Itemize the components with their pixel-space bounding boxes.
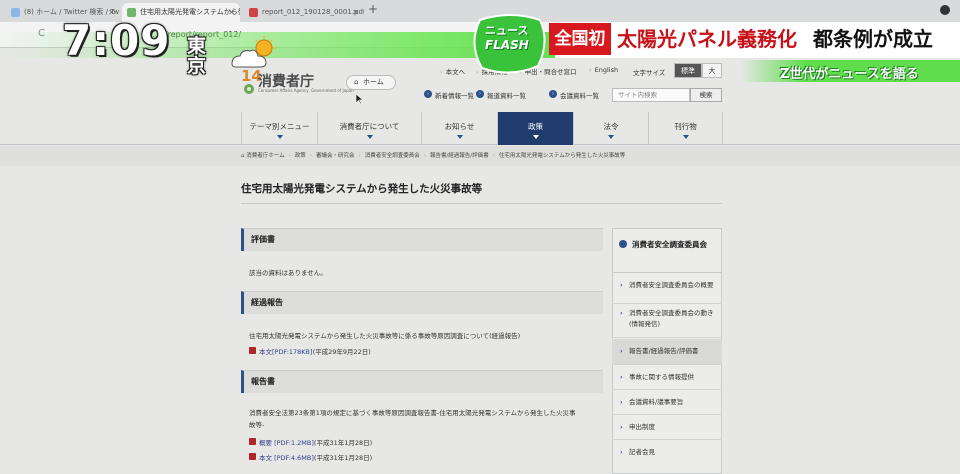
progress-text: 住宅用太陽光発電システムから発生した火災事故等に係る事故等原因調査について(経過… <box>249 332 521 340</box>
evaluation-text: 該当の資料はありません。 <box>249 269 327 277</box>
window-menu-icon[interactable] <box>940 5 950 15</box>
breadcrumb-policy[interactable]: 政策 <box>295 153 306 159</box>
progress-pdf-row: 本文[PDF:178KB](平成29年9月22日) <box>249 346 371 356</box>
breadcrumb-reports[interactable]: 報告書/経過報告/評価書 <box>430 153 489 159</box>
news-flash-label-bottom: FLASH <box>485 38 529 52</box>
chevron-down-icon <box>456 135 463 139</box>
breadcrumb-councils[interactable]: 審議会・研究会 <box>316 153 355 159</box>
nav-news[interactable]: お知らせ <box>421 112 497 145</box>
side-item-press-conference[interactable]: 記者会見 <box>612 441 722 465</box>
english-link[interactable]: English <box>589 66 618 74</box>
font-size-label: 文字サイズ <box>633 69 666 77</box>
side-menu-heading[interactable]: 消費者安全調査委員会 <box>612 228 722 273</box>
tv-city: 東京 <box>187 35 207 77</box>
search-button[interactable]: 検索 <box>690 88 722 102</box>
breadcrumb-home[interactable]: 消費者庁ホーム <box>246 153 284 159</box>
home-button[interactable]: ⌂ ホーム <box>346 75 396 90</box>
news-list-link[interactable]: › 新着情報一覧 <box>424 90 474 100</box>
pdf-icon <box>249 347 256 354</box>
meeting-list-link[interactable]: › 会議資料一覧 <box>549 90 599 100</box>
breadcrumb-current: 住宅用太陽光発電システムから発生した火災事故等 <box>498 153 626 159</box>
report-heading: 報告書 <box>241 370 603 393</box>
news-flash-label-top: ニュース <box>485 24 529 37</box>
chevron-down-icon <box>608 135 614 139</box>
headline-end: 都条例が成立 <box>813 27 933 51</box>
nav-policy[interactable]: 政策 <box>497 112 573 145</box>
pdf-favicon-icon <box>249 8 258 17</box>
logo-english-subtitle: Consumer Affairs Agency, Government of J… <box>258 88 354 93</box>
breadcrumb-committee[interactable]: 消費者安全調査委員会 <box>365 153 420 159</box>
chevron-down-icon <box>276 135 283 139</box>
new-tab-button[interactable]: + <box>368 2 378 16</box>
headline-tag: 全国初 <box>549 23 611 55</box>
close-tab-icon[interactable]: ✕ <box>228 3 235 22</box>
chevron-down-icon <box>532 135 539 139</box>
tv-clock: 7:09 <box>62 16 171 65</box>
chevron-down-icon <box>366 135 373 139</box>
progress-heading: 経過報告 <box>241 291 603 314</box>
arrow-circle-icon: › <box>476 90 484 98</box>
side-item-application-system[interactable]: 申出制度 <box>612 416 722 440</box>
house-icon: ⌂ <box>354 78 359 86</box>
breadcrumb: ⌂ 消費者庁ホーム › 政策 › 審議会・研究会 › 消費者安全調査委員会 › 報告書/経過報告… <box>241 153 626 159</box>
font-size-standard-button[interactable]: 標準 <box>674 63 702 78</box>
sub-caption: Z世代がニュースを語る <box>780 67 919 82</box>
evaluation-heading: 評価書 <box>241 228 603 251</box>
sun-cloud-icon <box>231 36 276 68</box>
arrow-circle-icon: › <box>549 90 557 98</box>
nav-about[interactable]: 消費者庁について <box>317 112 421 145</box>
twitter-favicon-icon <box>11 8 20 17</box>
close-tab-icon[interactable]: ✕ <box>352 3 359 22</box>
side-item-overview[interactable]: 消費者安全調査委員会の概要 <box>612 278 722 304</box>
progress-pdf-link[interactable]: 本文[PDF:178KB] <box>259 348 313 356</box>
chevron-down-icon <box>682 135 689 139</box>
press-list-link[interactable]: › 報道資料一覧 <box>476 90 526 100</box>
tab-pdf[interactable]: report_012_190128_0001.pdf ✕ <box>244 3 364 22</box>
arrow-circle-icon <box>619 240 627 248</box>
side-item-reports[interactable]: 報告書/経過報告/評価書 <box>612 339 722 365</box>
skip-to-content-link[interactable]: 本文へ <box>440 66 466 76</box>
pdf-icon <box>249 453 256 460</box>
title-divider <box>241 203 722 204</box>
report-text-line1: 消費者安全法第23条第1項の規定に基づく事故等原因調査報告書-住宅用太陽光発電シ… <box>249 409 576 417</box>
pdf-icon <box>249 438 256 445</box>
report-summary-pdf-row: 概要 [PDF:1.2MB](平成31年1月28日) <box>249 437 372 447</box>
headline-main: 太陽光パネル義務化 <box>617 27 797 51</box>
report-text-line2: 故等- <box>249 421 265 429</box>
nav-theme-menu[interactable]: テーマ別メニュー <box>241 112 317 145</box>
side-item-accident-info[interactable]: 事故に関する情報提供 <box>612 366 722 390</box>
arrow-circle-icon: › <box>424 90 432 98</box>
report-summary-pdf-link[interactable]: 概要 [PDF:1.2MB] <box>259 439 314 447</box>
mouse-cursor-icon <box>356 94 364 104</box>
font-size-large-button[interactable]: 大 <box>702 63 722 78</box>
nav-publications[interactable]: 刊行物 <box>648 112 723 145</box>
report-body-pdf-row: 本文 [PDF:4.6MB](平成31年1月28日) <box>249 452 372 462</box>
side-item-activities[interactable]: 消費者安全調査委員会の動き(情報発信) <box>612 306 722 338</box>
site-search-input[interactable]: サイト内検索 <box>612 88 690 102</box>
nav-laws[interactable]: 法令 <box>573 112 648 145</box>
page-title: 住宅用太陽光発電システムから発生した火災事故等 <box>241 183 483 195</box>
side-item-meeting-materials[interactable]: 会議資料/議事要旨 <box>612 391 722 415</box>
report-body-pdf-link[interactable]: 本文 [PDF:4.6MB] <box>259 454 314 462</box>
